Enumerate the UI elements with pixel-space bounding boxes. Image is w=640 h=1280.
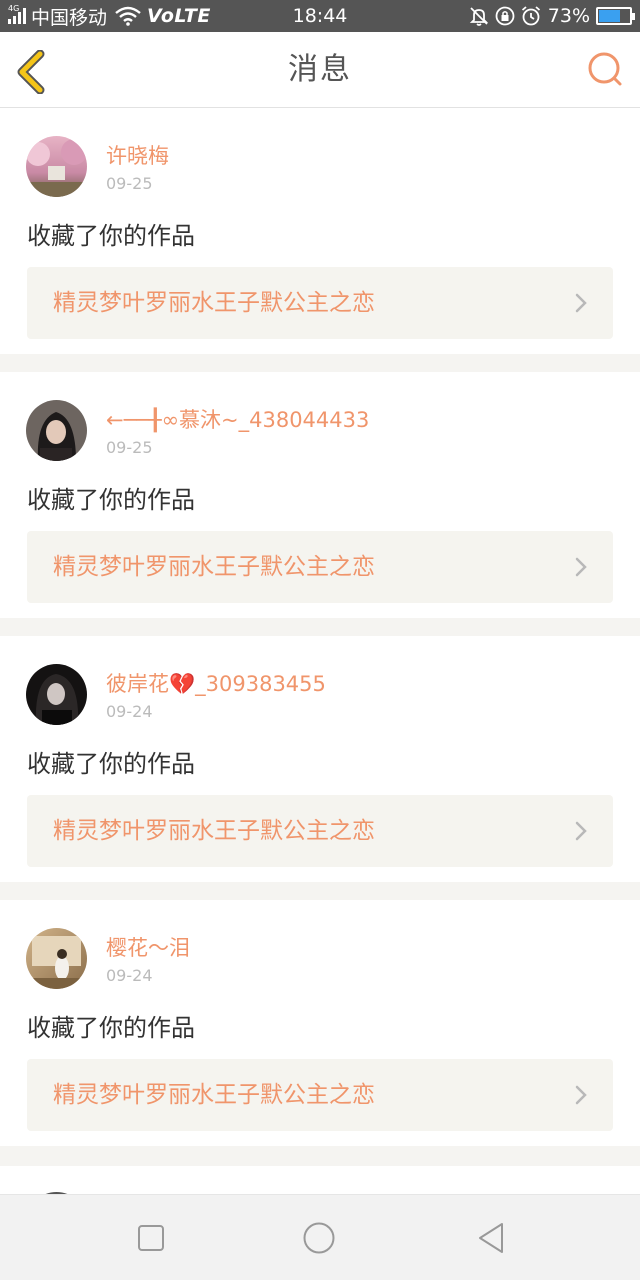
work-title: 精灵梦叶罗丽水王子默公主之恋 bbox=[53, 290, 375, 316]
title-bar: 消息 bbox=[0, 32, 640, 108]
message-card: 彼岸花💔_309383455 09-24 收藏了你的作品 精灵梦叶罗丽水王子默公… bbox=[0, 636, 640, 882]
work-title: 精灵梦叶罗丽水王子默公主之恋 bbox=[53, 554, 375, 580]
message-date: 09-24 bbox=[106, 966, 153, 985]
mute-icon bbox=[469, 7, 488, 26]
username[interactable]: ←──╂∞慕沐~_438044433 bbox=[106, 404, 369, 434]
work-title: 精灵梦叶罗丽水王子默公主之恋 bbox=[53, 818, 375, 844]
battery-icon bbox=[596, 7, 635, 25]
message-card: 许晓梅 09-25 收藏了你的作品 精灵梦叶罗丽水王子默公主之恋 bbox=[0, 108, 640, 354]
action-text: 收藏了你的作品 bbox=[27, 1014, 195, 1042]
action-text: 收藏了你的作品 bbox=[27, 222, 195, 250]
chevron-right-icon bbox=[575, 821, 587, 841]
message-list[interactable]: 许晓梅 09-25 收藏了你的作品 精灵梦叶罗丽水王子默公主之恋 ←──╂∞慕沐… bbox=[0, 108, 640, 1194]
chevron-right-icon bbox=[575, 557, 587, 577]
username[interactable]: 彼岸花💔_309383455 bbox=[106, 668, 326, 698]
message-date: 09-25 bbox=[106, 174, 153, 193]
message-date: 09-25 bbox=[106, 438, 153, 457]
battery-level bbox=[599, 10, 621, 22]
status-right: 73% bbox=[464, 0, 635, 32]
avatar[interactable] bbox=[26, 928, 87, 989]
home-icon[interactable] bbox=[302, 1221, 336, 1255]
username[interactable]: 许晓梅 bbox=[106, 140, 169, 170]
username[interactable]: 樱花～泪 bbox=[106, 932, 190, 962]
work-link[interactable]: 精灵梦叶罗丽水王子默公主之恋 bbox=[27, 267, 613, 339]
battery-percent: 73% bbox=[547, 5, 590, 27]
work-link[interactable]: 精灵梦叶罗丽水王子默公主之恋 bbox=[27, 795, 613, 867]
status-bar: 4G 中国移动 VoLTE 18:44 73% bbox=[0, 0, 640, 32]
action-text: 收藏了你的作品 bbox=[27, 486, 195, 514]
alarm-icon bbox=[521, 6, 540, 26]
search-button[interactable] bbox=[586, 50, 626, 90]
message-card-partial bbox=[0, 1166, 640, 1194]
avatar[interactable] bbox=[26, 400, 87, 461]
system-nav-bar bbox=[0, 1194, 640, 1280]
chevron-right-icon bbox=[575, 293, 587, 313]
message-card: 樱花～泪 09-24 收藏了你的作品 精灵梦叶罗丽水王子默公主之恋 bbox=[0, 900, 640, 1146]
work-link[interactable]: 精灵梦叶罗丽水王子默公主之恋 bbox=[27, 1059, 613, 1131]
message-card: ←──╂∞慕沐~_438044433 09-25 收藏了你的作品 精灵梦叶罗丽水… bbox=[0, 372, 640, 618]
work-title: 精灵梦叶罗丽水王子默公主之恋 bbox=[53, 1082, 375, 1108]
avatar[interactable] bbox=[26, 664, 87, 725]
work-link[interactable]: 精灵梦叶罗丽水王子默公主之恋 bbox=[27, 531, 613, 603]
action-text: 收藏了你的作品 bbox=[27, 750, 195, 778]
avatar[interactable] bbox=[26, 136, 87, 197]
search-icon bbox=[588, 52, 622, 86]
page-title: 消息 bbox=[288, 52, 352, 87]
message-date: 09-24 bbox=[106, 702, 153, 721]
recent-apps-icon[interactable] bbox=[134, 1221, 168, 1255]
back-icon[interactable] bbox=[474, 1221, 508, 1255]
chevron-right-icon bbox=[575, 1085, 587, 1105]
rotation-lock-icon bbox=[495, 6, 515, 26]
